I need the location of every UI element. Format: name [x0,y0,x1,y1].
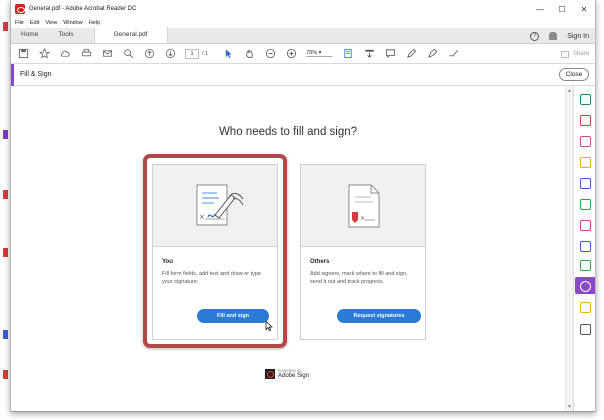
highlight-pen-icon[interactable] [405,48,417,60]
minimize-button[interactable]: — [529,0,551,18]
others-card[interactable]: × Others Add signers, mark where to fill… [300,164,426,340]
tab-document[interactable]: General.pdf [93,27,168,43]
protect-icon[interactable] [580,241,591,252]
menu-help[interactable]: Help [89,20,100,26]
you-card-title: You [162,259,173,265]
scroll-down-arrow-icon[interactable]: ▼ [567,404,572,410]
close-fill-sign-button[interactable]: Close [559,68,589,81]
page-fit-icon[interactable] [342,48,354,60]
print-icon[interactable] [80,48,92,60]
page-number-input[interactable]: 1 [185,48,199,59]
sign-in-button[interactable]: Sign In [567,33,589,40]
share-button[interactable]: Share [560,48,589,60]
desktop-icon-fragment [3,370,8,379]
window-title: General.pdf - Adobe Acrobat Reader DC [29,6,137,12]
help-icon[interactable]: ? [530,31,540,41]
desktop-background-left [0,0,10,420]
request-signature-document-icon: × [348,184,380,227]
page-up-icon[interactable] [143,48,155,60]
organize-pages-icon[interactable] [580,199,591,210]
fill-sign-accent-bar [11,64,14,86]
comment-icon[interactable] [580,157,591,168]
menu-view[interactable]: View [45,20,57,26]
hand-tool-icon[interactable] [243,48,255,60]
optimize-pdf-icon[interactable] [580,260,591,271]
export-pdf-icon[interactable] [580,115,591,126]
you-card-description: Fill form fields, add text and draw or t… [162,271,262,285]
header-right-controls: ? Sign In [530,28,589,44]
fill-sign-active-icon[interactable] [580,281,591,292]
page-total: / 1 [202,50,209,57]
share-icon [560,50,569,58]
draw-pen-icon[interactable] [426,48,438,60]
page-down-icon[interactable] [164,48,176,60]
more-tools-icon[interactable] [580,324,591,335]
fill-and-sign-button[interactable]: Fill and sign [197,309,269,323]
title-bar: General.pdf - Adobe Acrobat Reader DC — … [11,0,595,18]
page-heading: Who needs to fill and sign? [218,126,358,138]
send-for-review-icon[interactable] [580,302,591,313]
edit-pdf-icon[interactable] [580,136,591,147]
desktop-icon-fragment [3,22,8,31]
window-controls: — ☐ ✕ [529,0,595,18]
zoom-out-icon[interactable] [264,48,276,60]
you-card-illustration: × [153,165,277,247]
mouse-pointer-icon [265,321,273,331]
select-cursor-icon[interactable] [222,48,234,60]
email-icon[interactable] [101,48,113,60]
desktop-icon-fragment [3,330,8,339]
you-card[interactable]: × You Fill form fields, add text and dra… [152,164,278,340]
upload-cloud-icon[interactable] [59,48,71,60]
powered-by-adobe-sign: POWERED BY Adobe Sign [265,369,309,379]
combine-files-icon[interactable] [580,178,591,189]
vertical-scrollbar[interactable]: ▲ ▼ [565,86,573,411]
create-pdf-icon[interactable] [580,94,591,105]
zoom-in-icon[interactable] [285,48,297,60]
maximize-button[interactable]: ☐ [551,0,573,18]
scroll-mode-icon[interactable] [363,48,375,60]
adobe-sign-logo-icon [265,369,275,379]
tab-tools[interactable]: Tools [48,27,83,43]
menu-window[interactable]: Window [63,20,83,26]
desktop-icon-fragment [3,190,8,199]
desktop-icon-fragment [3,248,8,257]
acrobat-window: General.pdf - Adobe Acrobat Reader DC — … [10,0,596,412]
tab-home[interactable]: Home [11,27,48,43]
document-signing-icon: × [196,184,244,225]
scroll-up-arrow-icon[interactable]: ▲ [567,88,572,94]
desktop-background-right [596,0,604,420]
close-window-button[interactable]: ✕ [573,0,595,18]
search-icon[interactable] [122,48,134,60]
bell-icon[interactable] [549,32,558,40]
fill-sign-pen-icon[interactable] [580,220,591,231]
main-toolbar: 1 / 1 78% ▾ Share [11,44,595,64]
tab-bar: Home Tools General.pdf ? Sign In [11,27,595,44]
fill-sign-content: Who needs to fill and sign? × You Fill f… [11,86,573,411]
menu-edit[interactable]: Edit [30,20,39,26]
menu-file[interactable]: File [15,20,24,26]
svg-text:×: × [199,213,205,221]
share-label: Share [572,51,589,57]
right-tools-panel [573,86,595,411]
others-card-illustration: × [301,165,425,247]
zoom-level-select[interactable]: 78% ▾ [306,50,333,57]
others-card-title: Others [310,259,330,265]
fill-sign-header: Fill & Sign Close [11,64,595,86]
svg-text:×: × [360,215,365,222]
zoom-level-value: 78% [306,50,318,56]
others-card-description: Add signers, mark where to fill and sign… [310,271,408,285]
fill-sign-title: Fill & Sign [20,71,52,78]
adobe-sign-brand: Adobe Sign [278,373,310,379]
fill-sign-toolbar-icon[interactable] [447,48,459,60]
desktop-icon-fragment [3,130,8,139]
comment-icon[interactable] [384,48,396,60]
save-icon[interactable] [17,48,29,60]
acrobat-app-icon [15,4,25,14]
star-icon[interactable] [38,48,50,60]
request-signatures-button[interactable]: Request signatures [337,309,421,323]
